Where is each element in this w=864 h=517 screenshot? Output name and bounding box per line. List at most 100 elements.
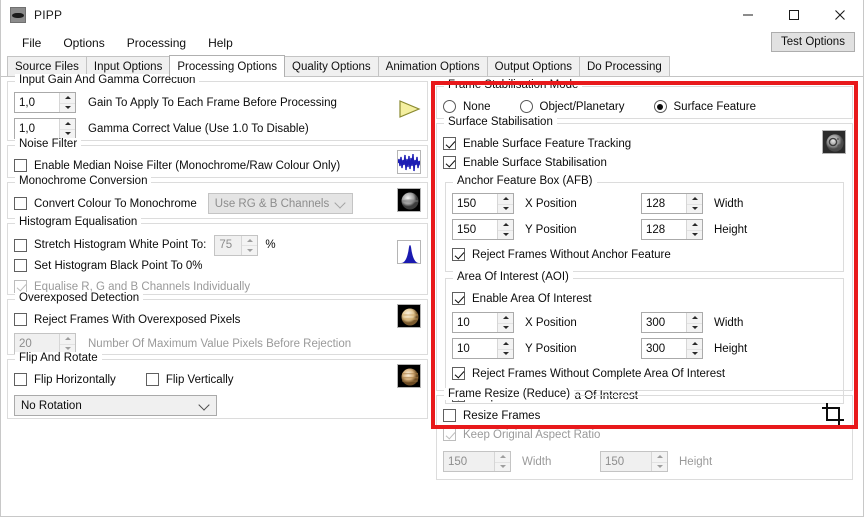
afb-width-spinner[interactable]: 128 [641,193,703,214]
tab-source-files[interactable]: Source Files [7,56,87,76]
afb-y-down[interactable] [498,229,513,240]
aoi-y-down[interactable] [498,348,513,359]
resize-frames-row[interactable]: Resize Frames [443,406,846,425]
max-value-pixels-up[interactable] [60,334,75,344]
enable-surface-feature-tracking-checkbox[interactable] [443,137,456,150]
afb-y-up[interactable] [498,220,513,230]
aoi-width-arrows[interactable] [686,313,702,332]
resize-height-spinner[interactable]: 150 [600,451,668,472]
close-icon[interactable] [817,0,863,31]
resize-width-up[interactable] [495,452,510,462]
afb-width-up[interactable] [687,194,702,204]
menu-processing[interactable]: Processing [116,33,197,53]
aoi-height-arrows[interactable] [686,339,702,358]
aoi-y-up[interactable] [498,339,513,349]
gamma-spinner-up[interactable] [60,119,75,129]
tab-input-options[interactable]: Input Options [85,56,171,76]
aoi-width-down[interactable] [687,322,702,333]
gamma-spinner-arrows[interactable] [59,119,75,138]
max-value-pixels-spinner[interactable]: 20 [14,333,76,354]
reject-without-complete-aoi-checkbox[interactable] [452,367,465,380]
afb-y-position-spinner[interactable]: 150 [452,219,514,240]
afb-x-up[interactable] [498,194,513,204]
aoi-x-position-spinner[interactable]: 10 [452,312,514,333]
aoi-height-up[interactable] [687,339,702,349]
convert-colour-to-monochrome-row[interactable]: Convert Colour To Monochrome [14,194,197,213]
rotation-select[interactable]: No Rotation [14,395,217,416]
tab-processing-options[interactable]: Processing Options [169,55,286,77]
monochrome-channel-select[interactable]: Use RG & B Channels [207,193,353,214]
tab-quality-options[interactable]: Quality Options [284,56,379,76]
minimize-icon[interactable] [725,0,771,31]
flip-vertically-checkbox[interactable] [145,373,159,386]
enable-aoi-checkbox[interactable] [452,292,465,305]
gamma-spinner[interactable]: 1,0 [14,118,76,139]
stretch-white-point-up[interactable] [242,236,257,246]
gamma-spinner-down[interactable] [60,128,75,139]
afb-x-down[interactable] [498,203,513,214]
resize-height-down[interactable] [652,461,667,472]
enable-median-noise-filter-checkbox[interactable] [14,159,27,172]
enable-aoi-row[interactable]: Enable Area Of Interest [452,289,837,308]
radio-surface-feature[interactable] [653,100,667,113]
aoi-height-spinner[interactable]: 300 [641,338,703,359]
enable-median-noise-filter-row[interactable]: Enable Median Noise Filter (Monochrome/R… [14,156,421,175]
afb-height-arrows[interactable] [686,220,702,239]
reject-without-complete-aoi-row[interactable]: Reject Frames Without Complete Area Of I… [452,364,837,383]
afb-width-arrows[interactable] [686,194,702,213]
aoi-width-up[interactable] [687,313,702,323]
flip-horizontally-checkbox[interactable] [14,373,27,386]
menu-help[interactable]: Help [197,33,244,53]
radio-none-row[interactable]: None [443,97,491,116]
afb-height-up[interactable] [687,220,702,230]
afb-x-position-spinner[interactable]: 150 [452,193,514,214]
resize-width-arrows[interactable] [494,452,510,471]
tab-do-processing[interactable]: Do Processing [579,56,670,76]
gain-spinner-arrows[interactable] [59,93,75,112]
tab-output-options[interactable]: Output Options [486,56,580,76]
aoi-x-arrows[interactable] [497,313,513,332]
menu-options[interactable]: Options [52,33,115,53]
enable-surface-stabilisation-checkbox[interactable] [443,156,456,169]
stretch-white-point-down[interactable] [242,245,258,255]
flip-horizontally-row[interactable]: Flip Horizontally [14,370,116,389]
menu-file[interactable]: File [11,33,52,53]
set-black-point-row[interactable]: Set Histogram Black Point To 0% [14,256,421,275]
radio-none[interactable] [443,100,456,113]
radio-object-planetary-row[interactable]: Object/Planetary [519,97,625,116]
stretch-histogram-row[interactable]: Stretch Histogram White Point To: [14,236,206,255]
aoi-y-position-spinner[interactable]: 10 [452,338,514,359]
set-black-point-checkbox[interactable] [14,259,27,272]
tab-animation-options[interactable]: Animation Options [377,56,488,76]
reject-without-anchor-row[interactable]: Reject Frames Without Anchor Feature [452,245,837,264]
afb-height-spinner[interactable]: 128 [641,219,703,240]
resize-height-up[interactable] [652,452,667,462]
reject-overexposed-row[interactable]: Reject Frames With Overexposed Pixels [14,310,421,329]
resize-frames-checkbox[interactable] [443,409,456,422]
aoi-x-down[interactable] [498,322,513,333]
aoi-x-up[interactable] [498,313,513,323]
afb-height-down[interactable] [687,229,702,240]
enable-surface-stabilisation-row[interactable]: Enable Surface Stabilisation [443,153,846,172]
resize-width-down[interactable] [495,461,510,472]
aoi-y-arrows[interactable] [497,339,513,358]
maximize-icon[interactable] [771,0,817,31]
reject-overexposed-checkbox[interactable] [14,313,27,326]
reject-without-anchor-checkbox[interactable] [452,248,465,261]
afb-x-arrows[interactable] [497,194,513,213]
radio-object-planetary[interactable] [519,100,533,113]
aoi-height-down[interactable] [687,348,702,359]
radio-surface-feature-row[interactable]: Surface Feature [653,97,756,116]
aoi-width-spinner[interactable]: 300 [641,312,703,333]
afb-y-arrows[interactable] [497,220,513,239]
resize-width-spinner[interactable]: 150 [443,451,511,472]
enable-surface-feature-tracking-row[interactable]: Enable Surface Feature Tracking [443,134,846,153]
flip-vertically-row[interactable]: Flip Vertically [145,370,234,389]
test-options-button[interactable]: Test Options [771,32,855,52]
stretch-histogram-checkbox[interactable] [14,238,27,252]
afb-width-down[interactable] [687,203,702,214]
gain-spinner-down[interactable] [60,102,75,113]
keep-aspect-ratio-row[interactable]: Keep Original Aspect Ratio [443,425,846,444]
stretch-white-point-arrows[interactable] [241,235,258,255]
convert-colour-to-monochrome-checkbox[interactable] [14,197,27,210]
